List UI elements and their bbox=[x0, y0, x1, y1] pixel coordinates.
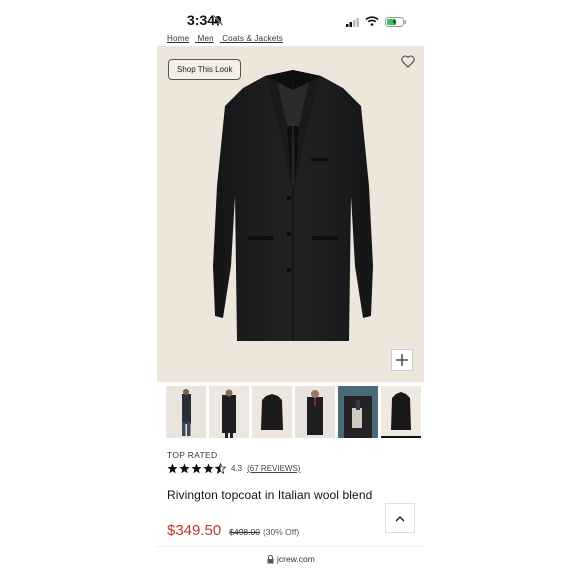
url-text: jcrew.com bbox=[277, 554, 315, 564]
thumbnail-5[interactable] bbox=[338, 386, 378, 438]
scroll-to-top-button[interactable] bbox=[385, 503, 415, 533]
plus-icon bbox=[396, 354, 408, 366]
bell-slash-icon bbox=[212, 13, 224, 31]
star-rating bbox=[167, 463, 226, 474]
zoom-plus-button[interactable] bbox=[391, 349, 413, 371]
browser-address-bar[interactable]: jcrew.com bbox=[157, 546, 424, 580]
lock-icon bbox=[267, 554, 274, 563]
original-price: $498.00 bbox=[229, 527, 260, 537]
thumbnail-6[interactable] bbox=[381, 386, 421, 438]
rating-value: 4.3 bbox=[231, 464, 243, 473]
cellular-signal-icon bbox=[346, 14, 360, 32]
thumbnail-strip[interactable] bbox=[166, 386, 424, 438]
breadcrumb: Home Men Coats & Jackets bbox=[167, 34, 289, 43]
product-hero-image[interactable]: Shop This Look bbox=[157, 46, 424, 382]
breadcrumb-men[interactable]: Men bbox=[198, 34, 214, 43]
star-half-icon bbox=[215, 463, 226, 474]
thumbnail-2[interactable] bbox=[209, 386, 249, 438]
price-row: $349.50 $498.00 (30% Off) bbox=[167, 522, 299, 539]
star-icon bbox=[179, 463, 190, 474]
discount-label: (30% Off) bbox=[262, 527, 300, 537]
star-icon bbox=[203, 463, 214, 474]
product-name: Rivington topcoat in Italian wool blend bbox=[167, 488, 373, 502]
star-icon bbox=[167, 463, 178, 474]
rating-row: 4.3 (67 REVIEWS) bbox=[167, 463, 300, 474]
thumbnail-4[interactable] bbox=[295, 386, 335, 438]
heart-icon[interactable] bbox=[401, 55, 415, 73]
breadcrumb-coats[interactable]: Coats & Jackets bbox=[222, 34, 283, 43]
topcoat-illustration bbox=[213, 70, 373, 341]
battery-charging-icon bbox=[385, 14, 407, 32]
sale-price: $349.50 bbox=[167, 522, 222, 539]
thumbnail-1[interactable] bbox=[166, 386, 206, 438]
chevron-up-icon bbox=[395, 515, 405, 521]
star-icon bbox=[191, 463, 202, 474]
wifi-icon bbox=[365, 13, 379, 31]
phone-screen: 3:34 Home Men Coats & Jackets Shop This … bbox=[157, 0, 424, 580]
status-time: 3:34 bbox=[187, 12, 216, 28]
breadcrumb-home[interactable]: Home bbox=[167, 34, 189, 43]
reviews-link[interactable]: (67 REVIEWS) bbox=[247, 464, 300, 473]
top-rated-badge: TOP RATED bbox=[167, 450, 218, 460]
thumbnail-3[interactable] bbox=[252, 386, 292, 438]
url-display[interactable]: jcrew.com bbox=[267, 554, 315, 564]
